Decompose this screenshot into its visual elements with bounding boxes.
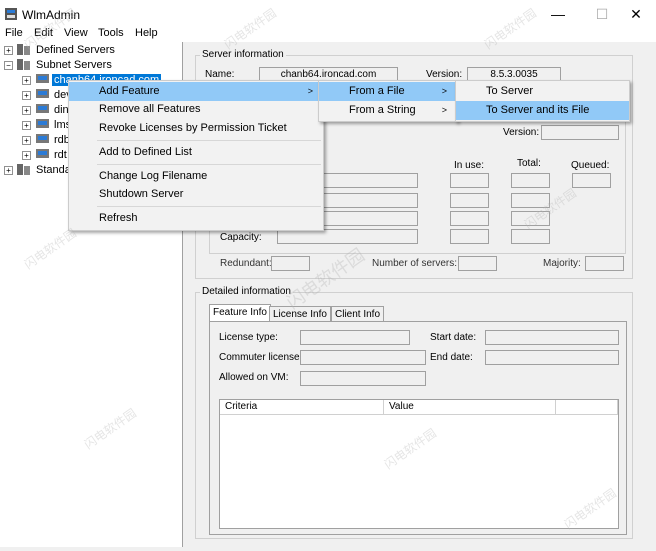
expand-plus-icon[interactable]: + — [22, 121, 31, 130]
total-field — [511, 173, 550, 188]
menu-item-to-server[interactable]: To Server — [456, 82, 629, 101]
tab-license-info[interactable]: License Info — [269, 306, 331, 322]
tab-client-info[interactable]: Client Info — [331, 306, 385, 322]
name-label: Name: — [205, 69, 235, 80]
end-date-field — [485, 350, 619, 365]
majority-field — [585, 256, 624, 271]
queued-label: Queued: — [571, 160, 610, 171]
tree-standalone[interactable]: Standa — [36, 163, 71, 178]
version-label: Version: — [426, 69, 463, 80]
capacity-label: Capacity: — [220, 232, 262, 243]
window-title: WlmAdmin — [22, 8, 81, 22]
redundant-field — [271, 256, 310, 271]
tree-server-item[interactable]: din — [54, 103, 69, 118]
menu-file[interactable]: File — [5, 26, 23, 42]
submenu-add-feature: From a File > From a String > — [318, 80, 458, 122]
expand-plus-icon[interactable]: + — [4, 46, 13, 55]
submenu-arrow-icon: > — [441, 86, 447, 96]
menu-item-label: Add Feature — [99, 85, 160, 97]
expand-plus-icon[interactable]: + — [22, 136, 31, 145]
majority-label: Majority: — [543, 258, 581, 269]
server-icon — [36, 104, 49, 113]
tree-subnet-servers[interactable]: Subnet Servers — [36, 58, 112, 73]
number-of-servers-label: Number of servers: — [372, 258, 458, 269]
submenu-from-file: To Server To Server and its File — [455, 80, 630, 122]
menu-separator — [97, 140, 321, 141]
menu-separator — [97, 164, 321, 165]
menu-item-from-a-file[interactable]: From a File > — [319, 82, 457, 101]
total-label: Total: — [517, 158, 541, 169]
collapse-minus-icon[interactable]: − — [4, 61, 13, 70]
menu-tools[interactable]: Tools — [98, 26, 124, 42]
expand-plus-icon[interactable]: + — [22, 76, 31, 85]
servers-icon — [17, 44, 30, 55]
criteria-table[interactable]: Criteria Value — [219, 399, 619, 529]
expand-plus-icon[interactable]: + — [22, 151, 31, 160]
submenu-arrow-icon: > — [441, 105, 447, 115]
expand-plus-icon[interactable]: + — [22, 106, 31, 115]
menu-item-refresh[interactable]: Refresh — [69, 209, 323, 228]
redundant-label: Redundant: — [220, 258, 272, 269]
license-type-label: License type: — [219, 332, 278, 343]
menu-item-change-log-filename[interactable]: Change Log Filename — [69, 167, 323, 186]
in-use-label: In use: — [454, 160, 485, 171]
in-use-field — [450, 173, 489, 188]
menu-item-label: From a String — [349, 104, 416, 116]
start-date-label: Start date: — [430, 332, 477, 343]
menu-view[interactable]: View — [64, 26, 88, 42]
menu-help[interactable]: Help — [135, 26, 158, 42]
tree-server-item[interactable]: rdt — [54, 148, 67, 163]
column-header-empty — [556, 400, 618, 415]
menu-item-add-to-defined-list[interactable]: Add to Defined List — [69, 143, 323, 162]
license-type-field — [300, 330, 410, 345]
commuter-license-field — [300, 350, 426, 365]
minimize-button[interactable]: — — [536, 0, 580, 28]
menu-item-add-feature[interactable]: Add Feature > — [69, 82, 323, 101]
in-use-field — [450, 229, 489, 244]
tab-feature-info[interactable]: Feature Info — [209, 304, 271, 322]
server-info-title: Server information — [200, 49, 286, 60]
server-icon — [36, 89, 49, 98]
start-date-field — [485, 330, 619, 345]
server-icon — [36, 134, 49, 143]
close-button[interactable]: ✕ — [614, 0, 656, 28]
server-icon — [36, 74, 49, 83]
allowed-on-vm-field — [300, 371, 426, 386]
tree-defined-servers[interactable]: Defined Servers — [36, 43, 115, 58]
in-use-field — [450, 211, 489, 226]
submenu-arrow-icon: > — [307, 86, 313, 96]
queued-field — [572, 173, 611, 188]
menu-item-label: From a File — [349, 85, 405, 97]
total-field — [511, 193, 550, 208]
expand-plus-icon[interactable]: + — [4, 166, 13, 175]
menu-item-remove-all-features[interactable]: Remove all Features — [69, 100, 323, 119]
column-header-criteria[interactable]: Criteria — [220, 400, 384, 415]
commuter-license-label: Commuter license: — [219, 352, 303, 363]
version2-field — [541, 125, 619, 140]
column-header-value[interactable]: Value — [384, 400, 556, 415]
capacity-field — [277, 229, 418, 244]
number-of-servers-field — [458, 256, 497, 271]
servers-icon — [17, 164, 30, 175]
total-field — [511, 211, 550, 226]
menu-item-to-server-and-file[interactable]: To Server and its File — [456, 101, 629, 120]
servers-icon — [17, 59, 30, 70]
total-field — [511, 229, 550, 244]
app-icon — [5, 8, 17, 20]
end-date-label: End date: — [430, 352, 473, 363]
server-icon — [36, 149, 49, 158]
expand-plus-icon[interactable]: + — [22, 91, 31, 100]
allowed-on-vm-label: Allowed on VM: — [219, 372, 289, 383]
menu-item-from-a-string[interactable]: From a String > — [319, 101, 457, 120]
menu-separator — [97, 206, 321, 207]
server-icon — [36, 119, 49, 128]
menu-edit[interactable]: Edit — [34, 26, 53, 42]
in-use-field — [450, 193, 489, 208]
menu-item-shutdown-server[interactable]: Shutdown Server — [69, 185, 323, 204]
version2-label: Version: — [503, 127, 540, 138]
context-menu: Add Feature > Remove all Features Revoke … — [68, 80, 324, 231]
detailed-info-title: Detailed information — [200, 286, 293, 297]
menu-item-revoke-licenses[interactable]: Revoke Licenses by Permission Ticket — [69, 119, 323, 138]
